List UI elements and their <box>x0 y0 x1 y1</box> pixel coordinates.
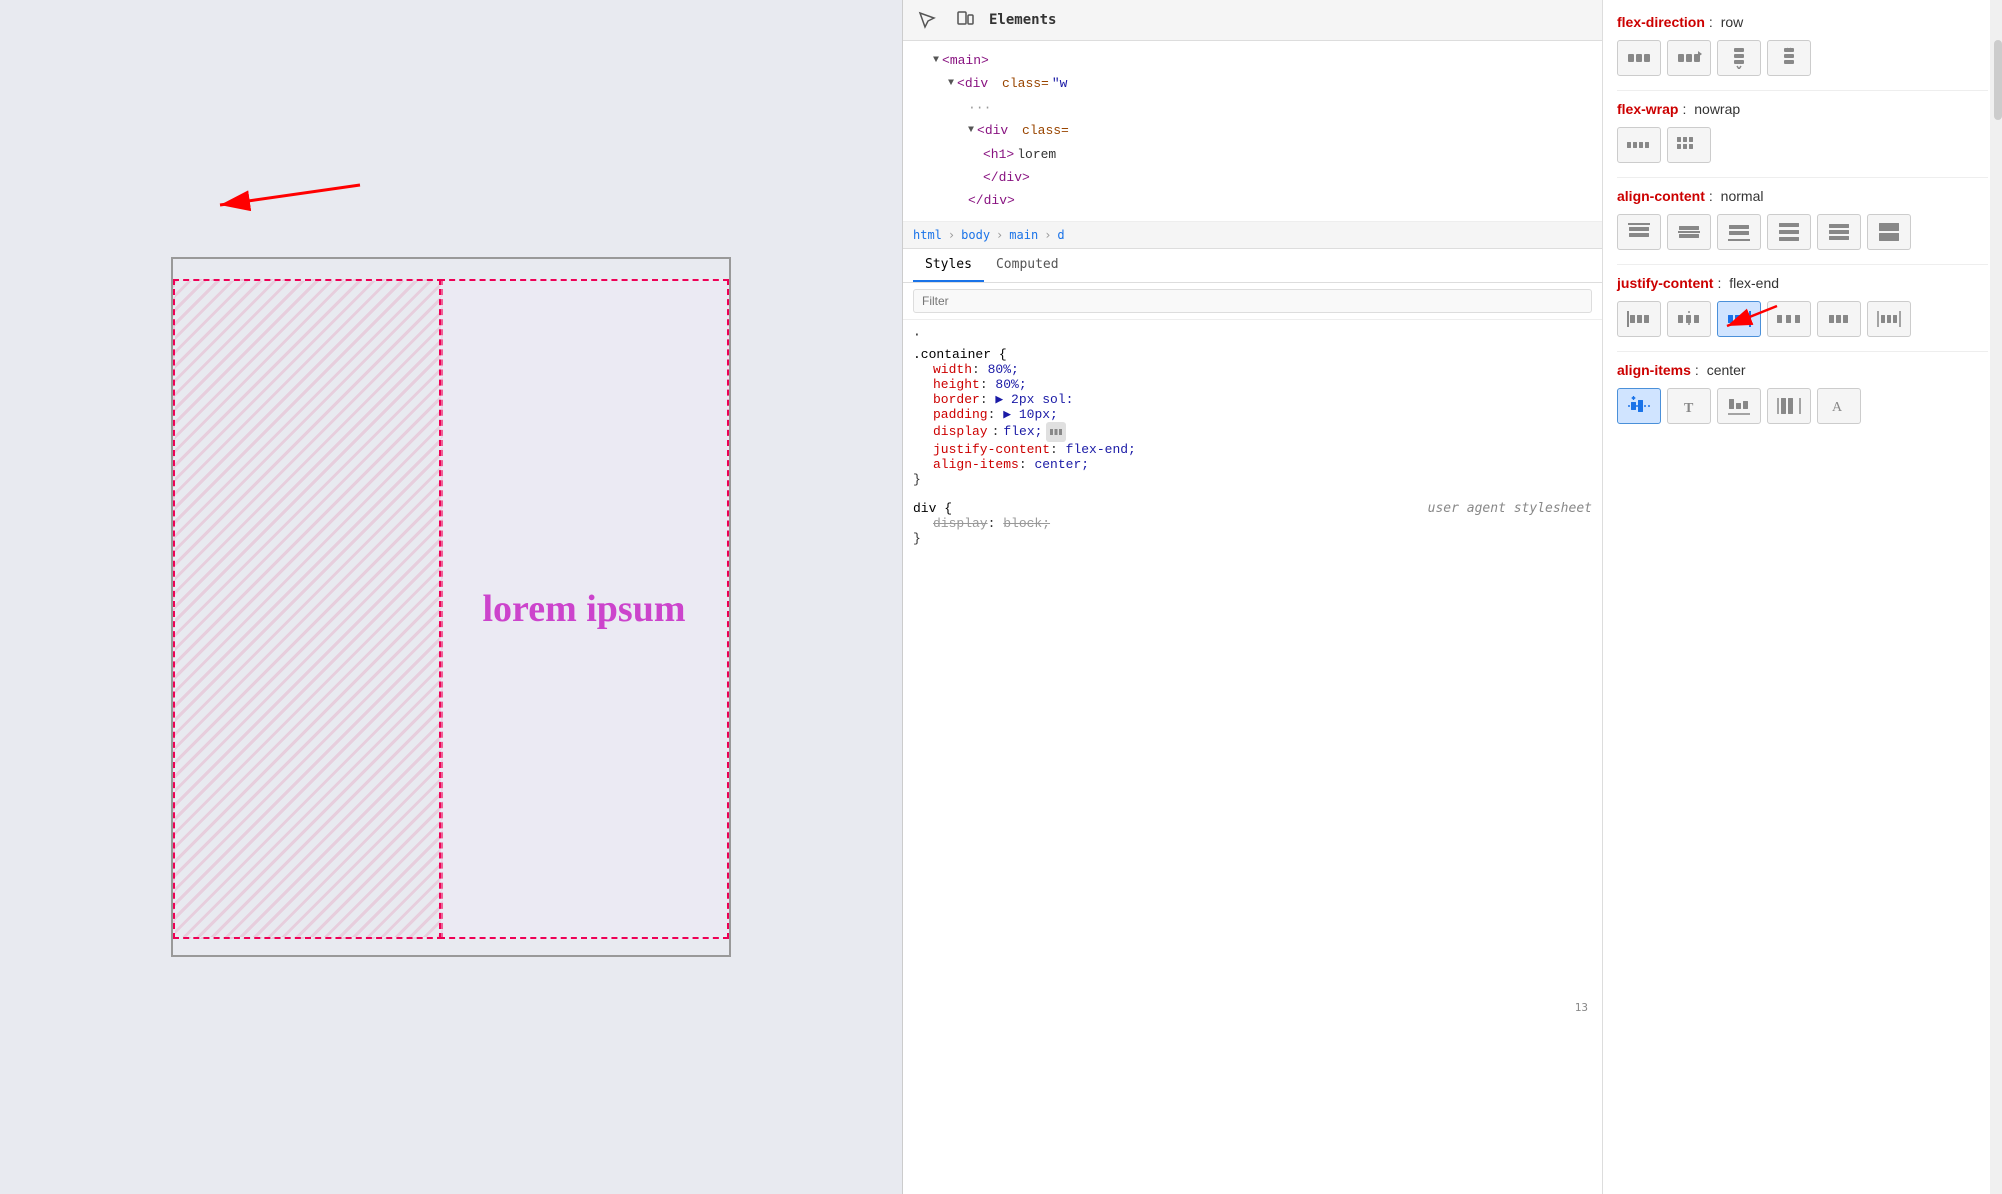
align-content-stretch-button[interactable] <box>1867 214 1911 250</box>
align-content-label: align-content: normal <box>1617 188 1988 206</box>
justify-content-space-between-button[interactable] <box>1767 301 1811 337</box>
container-selector: .container { <box>913 347 1592 362</box>
styles-tab-bar: Styles Computed <box>903 249 1602 283</box>
dom-tree: ▼ <main> ▼ <div class="w ··· ▼ <div clas… <box>903 41 1602 222</box>
align-items-buttons: T <box>1617 388 1988 424</box>
devtools-toolbar: Elements <box>903 0 1602 41</box>
justify-content-space-around-button[interactable] <box>1817 301 1861 337</box>
scrollbar-thumb[interactable] <box>1994 40 2002 120</box>
justify-content-flex-end-button[interactable] <box>1717 301 1761 337</box>
justify-content-label: justify-content: flex-end <box>1617 275 1988 293</box>
user-agent-label: user agent stylesheet <box>1428 501 1592 516</box>
flex-direction-row-button[interactable] <box>1617 40 1661 76</box>
align-items-end-button[interactable] <box>1717 388 1761 424</box>
dom-line-h1[interactable]: <h1>lorem <box>913 143 1592 166</box>
flex-direction-column-reverse-button[interactable] <box>1767 40 1811 76</box>
div-close-brace: } <box>913 531 1592 546</box>
align-content-end-button[interactable] <box>1717 214 1761 250</box>
css-border: border: ▶ 2px sol: <box>913 392 1592 407</box>
css-align-items: align-items: center; <box>913 457 1592 472</box>
breadcrumb: html › body › main › d <box>903 222 1602 249</box>
align-items-label: align-items: center <box>1617 362 1988 380</box>
justify-content-center-button[interactable] <box>1667 301 1711 337</box>
align-content-center-button[interactable] <box>1667 214 1711 250</box>
elements-tab-label: Elements <box>989 12 1592 28</box>
align-items-center-button[interactable] <box>1617 388 1661 424</box>
flex-direction-label: flex-direction: row <box>1617 14 1988 32</box>
outer-container-box: lorem ipsum <box>171 257 731 957</box>
css-width: width: 80%; <box>913 362 1592 377</box>
filter-input[interactable] <box>913 289 1592 313</box>
css-height: height: 80%; <box>913 377 1592 392</box>
flex-wrap-nowrap-button[interactable] <box>1617 127 1661 163</box>
dom-line-div-close: </div> <box>913 166 1592 189</box>
breadcrumb-body[interactable]: body <box>961 228 990 242</box>
justify-content-buttons <box>1617 301 1988 337</box>
line-number: 13 <box>1575 1001 1588 1014</box>
justify-content-flex-start-button[interactable] <box>1617 301 1661 337</box>
div-selector-line: div { user agent stylesheet <box>913 501 1592 516</box>
flex-direction-buttons <box>1617 40 1988 76</box>
align-items-baseline-button[interactable]: A <box>1817 388 1861 424</box>
device-toggle-button[interactable] <box>951 6 979 34</box>
align-content-space-between-button[interactable] <box>1767 214 1811 250</box>
divider-3 <box>1617 264 1988 265</box>
breadcrumb-html[interactable]: html <box>913 228 942 242</box>
flex-direction-section: flex-direction: row <box>1617 14 1988 76</box>
divider-4 <box>1617 351 1988 352</box>
css-display-strikethrough: display: block; <box>913 516 1592 531</box>
flex-wrap-section: flex-wrap: nowrap <box>1617 101 1988 163</box>
dom-line-div2[interactable]: ▼ <div class= <box>913 119 1592 142</box>
flex-direction-row-reverse-button[interactable] <box>1667 40 1711 76</box>
flex-wrap-buttons <box>1617 127 1988 163</box>
css-padding: padding: ▶ 10px; <box>913 407 1592 422</box>
dom-line-main[interactable]: ▼ <main> <box>913 49 1592 72</box>
align-content-buttons <box>1617 214 1988 250</box>
css-display: display: flex; <box>913 422 1592 442</box>
align-items-start-button[interactable]: T <box>1667 388 1711 424</box>
css-justify-content: justify-content: flex-end; <box>913 442 1592 457</box>
red-arrow-annotation <box>200 165 380 225</box>
justify-content-space-evenly-button[interactable] <box>1867 301 1911 337</box>
container-close-brace: } <box>913 472 1592 487</box>
flex-direction-column-button[interactable] <box>1717 40 1761 76</box>
lorem-ipsum-text: lorem ipsum <box>482 587 685 631</box>
align-content-start-button[interactable] <box>1617 214 1661 250</box>
scrollbar[interactable] <box>1990 0 2002 1194</box>
justify-content-section: justify-content: flex-end <box>1617 275 1988 337</box>
flex-icon-button[interactable] <box>1046 422 1066 442</box>
container-rule: .container { width: 80%; height: 80%; bo… <box>913 347 1592 487</box>
align-items-stretch-button[interactable] <box>1767 388 1811 424</box>
div-rule: div { user agent stylesheet display: blo… <box>913 501 1592 546</box>
preview-area: lorem ipsum <box>0 0 902 1194</box>
dom-line-div-close2: </div> <box>913 189 1592 212</box>
align-content-section: align-content: normal <box>1617 188 1988 250</box>
align-items-section: align-items: center T <box>1617 362 1988 424</box>
filter-bar <box>903 283 1602 320</box>
divider-2 <box>1617 177 1988 178</box>
flex-wrap-wrap-button[interactable] <box>1667 127 1711 163</box>
css-rules-area: · .container { width: 80%; height: 80%; … <box>903 320 1602 1194</box>
tab-styles[interactable]: Styles <box>913 249 984 282</box>
tab-computed[interactable]: Computed <box>984 249 1071 282</box>
inspect-element-button[interactable] <box>913 6 941 34</box>
breadcrumb-d[interactable]: d <box>1057 228 1064 242</box>
devtools-panel: Elements ▼ <main> ▼ <div class="w ··· ▼ … <box>902 0 1602 1194</box>
flex-inspector-panel: flex-direction: row <box>1602 0 2002 1194</box>
dom-dots: ··· <box>913 96 1592 119</box>
breadcrumb-main[interactable]: main <box>1009 228 1038 242</box>
align-content-space-around-button[interactable] <box>1817 214 1861 250</box>
divider-1 <box>1617 90 1988 91</box>
hatched-area <box>173 279 443 939</box>
svg-text:A: A <box>1832 400 1843 415</box>
svg-text:T: T <box>1684 401 1694 416</box>
dom-line-div1[interactable]: ▼ <div class="w <box>913 72 1592 95</box>
content-area: lorem ipsum <box>439 279 729 939</box>
flex-wrap-label: flex-wrap: nowrap <box>1617 101 1988 119</box>
